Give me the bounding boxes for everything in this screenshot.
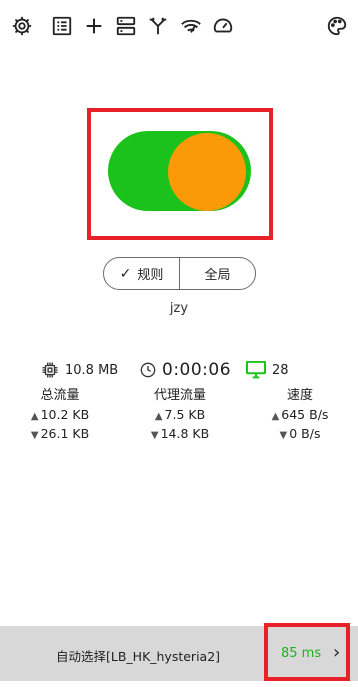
proxy-upload-value: 7.5 KB [164,407,206,422]
upload-icon: ▲ [271,411,280,422]
mode-global-label: 全局 [204,268,231,283]
latency-value[interactable]: 85 ms [281,646,321,661]
uptime-stat: 0:00:06 [140,360,231,380]
proxy-download-value: 14.8 KB [160,426,210,441]
total-download-value: 26.1 KB [40,426,90,441]
uptime-value: 0:00:06 [162,360,232,380]
profile-name: jzy [169,301,189,316]
fork-icon[interactable] [146,14,170,38]
download-icon: ▼ [150,430,159,441]
memory-value: 10.8 MB [65,362,119,378]
download-icon: ▼ [30,430,39,441]
monitor-icon [246,361,266,379]
connections-value: 28 [272,362,289,378]
connections-stat[interactable]: 28 [246,360,289,380]
toolbar [0,0,358,52]
proxy-name: 自动选择[LB_HK_hysteria2] [56,649,221,664]
total-upload-value: 10.2 KB [40,407,90,422]
upload-icon: ▲ [30,411,39,422]
mode-rule-label: 规则 [137,268,164,283]
speed-title: 速度 [286,388,313,403]
total-traffic-title: 总流量 [40,388,80,403]
server-icon[interactable] [114,14,138,38]
speed-column: 速度 ▲ 645 B/s ▼ 0 B/s [250,387,350,443]
total-traffic-column: 总流量 ▲ 10.2 KB ▼ 26.1 KB [10,387,110,443]
selected-proxy-bar[interactable]: 自动选择[LB_HK_hysteria2] 85 ms › [0,623,358,681]
proxy-traffic-column: 代理流量 ▲ 7.5 KB ▼ 14.8 KB [130,387,230,443]
proxy-traffic-title: 代理流量 [153,388,206,403]
mode-switch: ✓ 规则 全局 [103,257,256,290]
plus-icon[interactable] [82,14,106,38]
download-icon: ▼ [279,430,288,441]
mode-global-button[interactable]: 全局 [179,258,255,289]
memory-stat: 10.8 MB [41,360,118,380]
list-icon[interactable] [50,14,74,38]
speedometer-icon[interactable] [211,14,235,38]
gear-icon[interactable] [10,14,34,38]
clock-icon [140,362,156,378]
chevron-right-icon[interactable]: › [333,642,340,663]
chip-icon [42,362,58,378]
upload-speed-value: 645 B/s [281,407,329,422]
upload-icon: ▲ [154,411,163,422]
check-icon: ✓ [119,265,132,282]
toggle-knob[interactable] [168,133,246,211]
mode-rule-button[interactable]: ✓ 规则 [104,258,179,289]
download-speed-value: 0 B/s [289,426,321,441]
palette-icon[interactable] [325,14,349,38]
wifi-speed-icon[interactable] [179,14,203,38]
